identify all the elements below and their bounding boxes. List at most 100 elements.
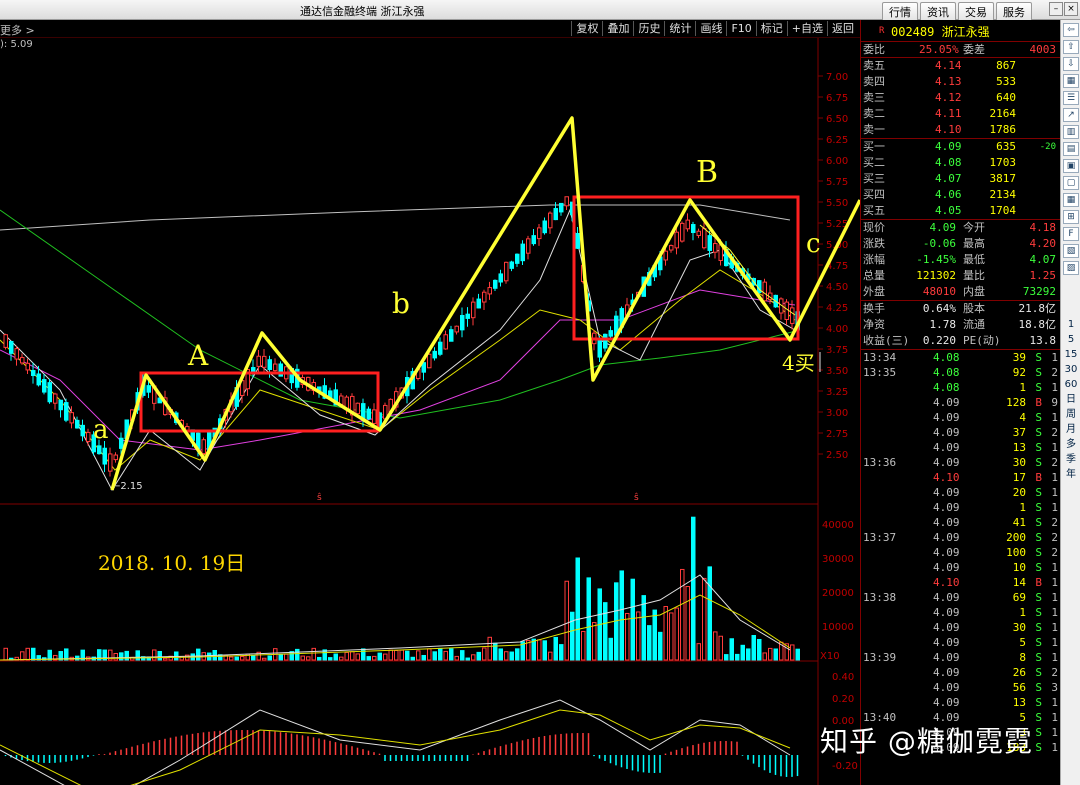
- tick-price: 4.09: [933, 651, 960, 664]
- btn-overlay[interactable]: 叠加: [602, 21, 633, 36]
- close-icon[interactable]: ×: [1064, 2, 1078, 16]
- volume-bar: [581, 630, 586, 661]
- period-0[interactable]: 1: [1061, 317, 1080, 332]
- volume-bar: [707, 566, 712, 661]
- volume-label: 10000: [822, 622, 854, 633]
- period-4[interactable]: 60: [1061, 377, 1080, 392]
- btn-stats[interactable]: 统计: [664, 21, 695, 36]
- tick-side: S: [1035, 411, 1042, 424]
- tick-side: S: [1035, 726, 1042, 739]
- tile-icon[interactable]: ▨: [1063, 261, 1079, 275]
- volume-bar: [795, 648, 800, 661]
- label-buy: 4买: [782, 351, 815, 375]
- btn-fuquan[interactable]: 复权: [571, 21, 602, 36]
- candle-body: [372, 409, 377, 424]
- tick-price: 4.09: [933, 501, 960, 514]
- candle-body: [262, 355, 267, 368]
- volume-bar: [773, 648, 778, 661]
- stat-label: 涨幅: [863, 253, 885, 266]
- period-10[interactable]: 年: [1061, 467, 1080, 482]
- volume-bar: [790, 644, 795, 661]
- candle-body: [9, 341, 14, 354]
- arrow-up-icon[interactable]: ⇧: [1063, 40, 1079, 54]
- tick-price: 4.08: [933, 351, 960, 364]
- period-8[interactable]: 多: [1061, 437, 1080, 452]
- tick-price: 4.10: [933, 576, 960, 589]
- candle-body: [25, 362, 30, 371]
- period-7[interactable]: 月: [1061, 422, 1080, 437]
- tile-icon[interactable]: ⊞: [1063, 210, 1079, 224]
- period-5[interactable]: 日: [1061, 392, 1080, 407]
- period-3[interactable]: 30: [1061, 362, 1080, 377]
- period-1[interactable]: 5: [1061, 332, 1080, 347]
- tick-time: 13:37: [863, 531, 897, 544]
- tick-row: 4.10 17 B 1: [861, 470, 1060, 485]
- tick-list[interactable]: 13:34 4.08 39 S 1 13:35 4.08 92 S 2 4.08 1 S 1 4.09 128…: [861, 350, 1060, 755]
- volume-bar: [300, 655, 305, 661]
- tick-row: 4.09 13 S 1: [861, 695, 1060, 710]
- tick-volume: 20: [1012, 486, 1026, 499]
- kline-chart[interactable]: 7.006.756.506.256.005.755.505.255.004.75…: [0, 20, 860, 785]
- candle-body: [86, 431, 91, 443]
- btn-add-watchlist[interactable]: +自选: [786, 21, 827, 36]
- arrow-left-icon[interactable]: ⇦: [1063, 23, 1079, 37]
- btn-draw[interactable]: 画线: [695, 21, 726, 36]
- tick-side: S: [1035, 561, 1042, 574]
- more-menu[interactable]: 更多 >: [0, 22, 35, 38]
- period-2[interactable]: 15: [1061, 347, 1080, 362]
- candle-body: [3, 334, 8, 348]
- bar-icon[interactable]: ▥: [1063, 125, 1079, 139]
- chart-toolbar: 更多 > 复权 叠加 历史 统计 画线 F10 标记 +自选 返回: [0, 20, 860, 38]
- volume-bar: [586, 577, 591, 661]
- volume-label: 30000: [822, 554, 854, 565]
- menu-trade[interactable]: 交易: [958, 2, 994, 22]
- volume-bar: [625, 612, 630, 661]
- tick-count: 1: [1051, 636, 1058, 649]
- candle-body: [432, 350, 437, 359]
- ask-price: 4.11: [935, 107, 962, 120]
- volume-bar: [548, 651, 553, 661]
- menu-service[interactable]: 服务: [996, 2, 1032, 22]
- tick-side: S: [1035, 456, 1042, 469]
- tick-row: 4.09 4 S 1: [861, 410, 1060, 425]
- volume-bar: [553, 636, 558, 661]
- macd-label: -0.20: [832, 761, 858, 772]
- stat-value: -1.45%: [916, 253, 956, 266]
- chart-icon[interactable]: ↗: [1063, 108, 1079, 122]
- window-icon[interactable]: ▤: [1063, 142, 1079, 156]
- period-6[interactable]: 周: [1061, 407, 1080, 422]
- stat-row: 涨幅 -1.45% 最低 4.07: [861, 252, 1060, 268]
- menu-news[interactable]: 资讯: [920, 2, 956, 22]
- list-icon[interactable]: ☰: [1063, 91, 1079, 105]
- period-9[interactable]: 季: [1061, 452, 1080, 467]
- volume-bar: [652, 609, 657, 661]
- ask-row: 卖四 4.13 533: [861, 74, 1060, 90]
- tick-price: 4.09: [933, 426, 960, 439]
- tick-price: 4.09: [933, 606, 960, 619]
- arrow-down-icon[interactable]: ⇩: [1063, 57, 1079, 71]
- tick-price: 4.09: [933, 666, 960, 679]
- btn-back[interactable]: 返回: [827, 21, 858, 36]
- btn-mark[interactable]: 标记: [755, 21, 787, 36]
- macd-label: 0.40: [832, 672, 854, 683]
- tile-icon[interactable]: ▣: [1063, 159, 1079, 173]
- volume-bar: [498, 648, 503, 661]
- grid-icon[interactable]: ▦: [1063, 74, 1079, 88]
- tile-icon[interactable]: ▢: [1063, 176, 1079, 190]
- ask-volume: 640: [996, 91, 1016, 104]
- bid-row: 买三 4.07 3817: [861, 171, 1060, 187]
- tick-row: 4.10 14 B 1: [861, 575, 1060, 590]
- bid-row: 买五 4.05 1704: [861, 203, 1060, 219]
- table-icon[interactable]: ▦: [1063, 193, 1079, 207]
- btn-history[interactable]: 历史: [633, 21, 664, 36]
- tile-icon[interactable]: ▧: [1063, 244, 1079, 258]
- window-controls: – ×: [1049, 2, 1078, 16]
- fx-icon[interactable]: F: [1063, 227, 1079, 241]
- btn-f10[interactable]: F10: [726, 21, 755, 36]
- kline-chart-area[interactable]: 7.00 6.75 6.50 6.25 6.00 5.75 5.50 5.25 5.00 4.75…: [0, 20, 860, 785]
- minimize-icon[interactable]: –: [1049, 2, 1063, 16]
- tick-row: 13:38 4.09 69 S 1: [861, 590, 1060, 605]
- candle-body: [80, 424, 85, 437]
- candle-body: [201, 439, 206, 455]
- menu-quotes[interactable]: 行情: [882, 2, 918, 22]
